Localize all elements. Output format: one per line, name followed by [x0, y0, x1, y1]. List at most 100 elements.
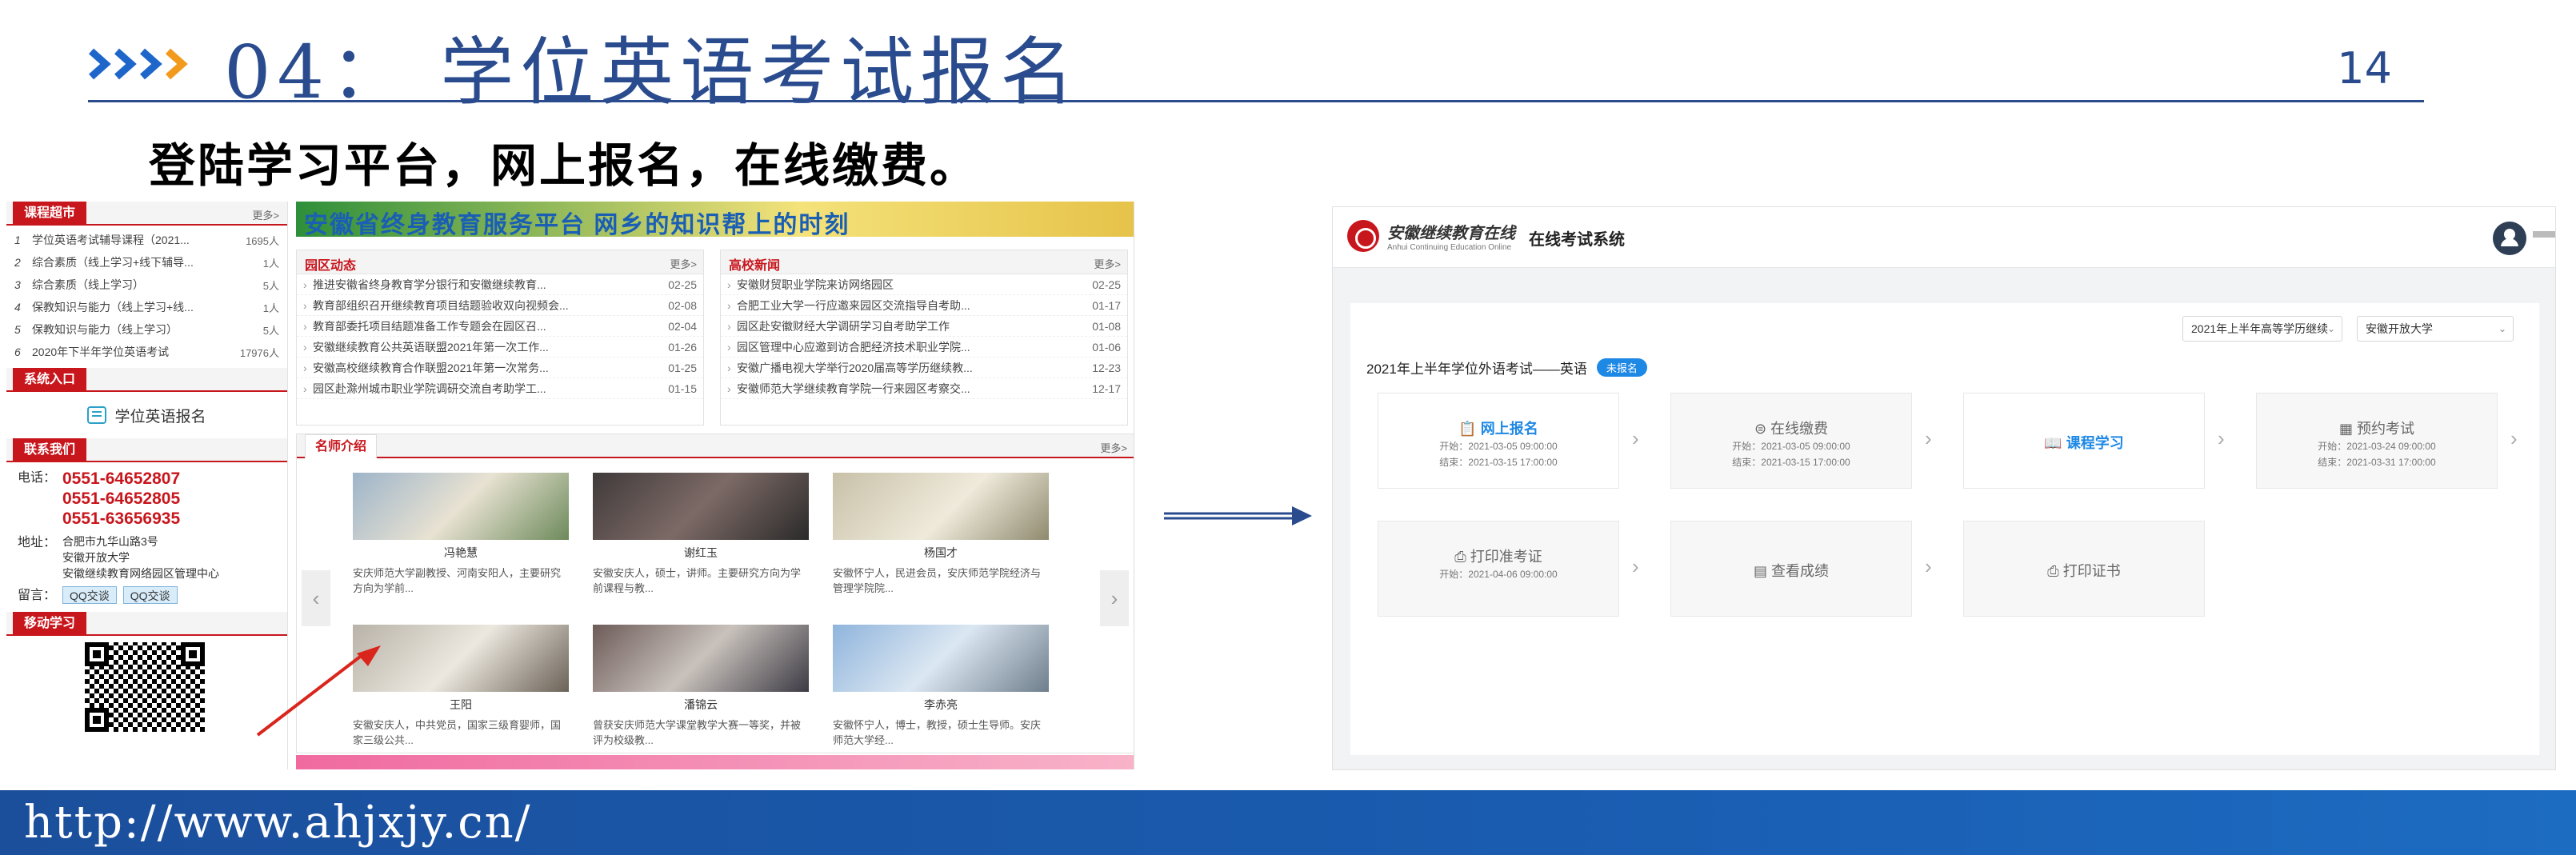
entry-section-header: 系统入口 [6, 368, 287, 392]
teacher-card[interactable]: 李赤亮 安徽怀宁人，博士，教授，硕士生导师。安庆师范大学经... [833, 625, 1049, 748]
exam-title: 2021年上半年学位外语考试——英语 [1366, 362, 1587, 377]
carousel-next-button[interactable]: › [1100, 570, 1129, 626]
step-card[interactable]: ⎙ 打印准考证 开始：2021-04-06 09:00:00 [1378, 521, 1619, 617]
step-title-text: 查看成绩 [1771, 563, 1829, 579]
term-select[interactable]: 2021年上半年高等学历继续 ⌄ [2182, 316, 2342, 342]
course-title: 保教知识与能力（线上学习） [32, 323, 178, 336]
address-line: 安徽开放大学 [62, 551, 130, 564]
entry-box: 学位英语报名 [6, 392, 287, 438]
carousel-prev-button[interactable]: ‹ [302, 570, 330, 626]
step-title-text: 打印证书 [2062, 563, 2121, 579]
teacher-card[interactable]: 谢红玉 安徽安庆人，硕士，讲师。主要研究方向为学前课程与教... [593, 473, 809, 596]
step-card[interactable]: ▦ 预约考试 开始：2021-03-24 09:00:00 结束：2021-03-3… [2256, 393, 2498, 489]
user-avatar-icon[interactable] [2493, 222, 2526, 255]
annotation-arrow-icon [256, 645, 381, 737]
teacher-photo [833, 625, 1049, 692]
step-card[interactable]: ▤ 查看成绩 [1670, 521, 1912, 617]
news-date: 01-15 [668, 382, 697, 395]
teacher-card[interactable]: 潘锦云 曾获安庆师范大学课堂教学大赛一等奖，并被评为校级教... [593, 625, 809, 748]
banner-text: 安徽省终身教育服务平台 网乡的知识帮上的时刻 [304, 212, 850, 237]
course-number: 2 [14, 256, 21, 269]
news-item[interactable]: › 教育部组织召开继续教育项目结题验收双向视频会... 02-08 [297, 295, 703, 316]
news-date: 12-23 [1092, 361, 1121, 374]
news-title: 合肥工业大学一行应邀来园区交流指导自考助... [737, 298, 970, 312]
teacher-card[interactable]: 杨国才 安徽怀宁人，民进会员，安庆师范学院经济与管理学院院... [833, 473, 1049, 596]
teacher-name: 谢红玉 [684, 546, 718, 559]
bullet-icon: › [727, 340, 731, 354]
teacher-card[interactable]: 冯艳慧 安庆师范大学副教授、河南安阳人，主要研究方向为学前... [353, 473, 569, 596]
bullet-icon: › [727, 319, 731, 333]
course-row[interactable]: 2 综合素质（线上学习+线下辅导... 1人 [14, 251, 279, 274]
phone-number: 0551-64652807 [62, 469, 181, 488]
course-row[interactable]: 3 综合素质（线上学习） 5人 [14, 274, 279, 296]
teachers-panel: 名师介绍 更多> ‹ › 冯艳慧 安庆师范大学副教授、河南安阳人，主要研究方向为学… [296, 433, 1134, 753]
chevron-down-icon: ⌄ [2498, 323, 2506, 334]
teachers-more-link[interactable]: 更多> [1100, 440, 1127, 455]
course-row[interactable]: 1 学位英语考试辅导课程（2021... 1695人 [14, 229, 279, 251]
qq-chat-button[interactable]: QQ交谈 [62, 586, 117, 604]
news-item[interactable]: › 安徽财贸职业学院来访网络园区 02-25 [721, 274, 1127, 295]
step-card[interactable]: ⎙ 打印证书 [1963, 521, 2205, 617]
contact-section-header: 联系我们 [6, 438, 287, 462]
step-end: 结束：2021-03-15 17:00:00 [1732, 457, 1850, 468]
news-item[interactable]: › 安徽广播电视大学举行2020届高等学历继续教... 12-23 [721, 358, 1127, 378]
step-title: 📋 网上报名 [1378, 418, 1618, 438]
portal-main: 安徽省终身教育服务平台 网乡的知识帮上的时刻 园区动态 更多> › 推进安徽省终身… [296, 202, 1134, 769]
course-row[interactable]: 5 保教知识与能力（线上学习） 5人 [14, 318, 279, 341]
news-item[interactable]: › 教育部委托项目结题准备工作专题会在园区召... 02-04 [297, 316, 703, 337]
step-start: 开始：2021-04-06 09:00:00 [1439, 569, 1558, 580]
step-title-text: 在线缴费 [1770, 421, 1829, 437]
news-item[interactable]: › 安徽继续教育公共英语联盟2021年第一次工作... 01-26 [297, 337, 703, 358]
slide-header: 04： 学位英语考试报名 14 [88, 16, 2424, 115]
course-number: 3 [14, 278, 21, 291]
entry-header-title: 系统入口 [13, 368, 87, 392]
school-news-more-link[interactable]: 更多> [1094, 256, 1121, 271]
news-item[interactable]: › 安徽高校继续教育合作联盟2021年第一次常务... 01-25 [297, 358, 703, 378]
footer-url: http://www.ahjxjy.cn/ [24, 797, 532, 849]
teachers-title: 名师介绍 [305, 434, 378, 458]
bullet-icon: › [727, 298, 731, 312]
bullet-icon: › [303, 278, 307, 291]
course-row[interactable]: 6 2020年下半年学位英语考试 17976人 [14, 341, 279, 363]
course-title: 综合素质（线上学习+线下辅导... [32, 256, 194, 269]
degree-english-signup-label: 学位英语报名 [114, 408, 206, 426]
course-row[interactable]: 4 保教知识与能力（线上学习+线... 1人 [14, 296, 279, 318]
course-count: 1695人 [246, 234, 279, 247]
logo-en-text: Anhui Continuing Education Online [1387, 243, 1512, 252]
teacher-card[interactable]: 王阳 安徽安庆人，中共党员，国家三级育婴师，国家三级公共... [353, 625, 569, 748]
news-item[interactable]: › 安徽师范大学继续教育学院一行来园区考察交... 12-17 [721, 378, 1127, 399]
school-select[interactable]: 安徽开放大学 ⌄ [2357, 316, 2514, 342]
news-item[interactable]: › 园区赴安徽财经大学调研学习自考助学工作 01-08 [721, 316, 1127, 337]
course-count: 17976人 [239, 346, 279, 359]
step-card[interactable]: ⊜ 在线缴费 开始：2021-03-05 09:00:00 结束：2021-03-1… [1670, 393, 1912, 489]
teacher-name: 冯艳慧 [444, 546, 478, 559]
course-list: 1 学位英语考试辅导课程（2021... 1695人 2 综合素质（线上学习+线下辅导.… [6, 226, 287, 368]
news-title: 园区赴滁州城市职业学院调研交流自考助学工... [313, 382, 546, 395]
degree-english-signup-link[interactable]: 学位英语报名 [78, 402, 215, 429]
form-icon [87, 406, 107, 424]
news-item[interactable]: › 合肥工业大学一行应邀来园区交流指导自考助... 01-17 [721, 295, 1127, 316]
bullet-icon: › [303, 382, 307, 395]
phone-label: 电话： [18, 471, 57, 485]
news-item[interactable]: › 园区赴滁州城市职业学院调研交流自考助学工... 01-15 [297, 378, 703, 399]
news-title: 园区赴安徽财经大学调研学习自考助学工作 [737, 319, 950, 333]
news-date: 02-25 [1092, 278, 1121, 291]
step-title-text: 网上报名 [1480, 421, 1538, 437]
courses-more-link[interactable]: 更多> [252, 207, 279, 222]
step-card[interactable]: 📋 网上报名 开始：2021-03-05 09:00:00 结束：2021-03-1… [1378, 393, 1619, 489]
teacher-name: 潘锦云 [684, 698, 718, 711]
step-card[interactable]: 📖 课程学习 [1963, 393, 2205, 489]
qr-code-icon [85, 642, 205, 732]
news-item[interactable]: › 园区管理中心应邀到访合肥经济技术职业学院... 01-06 [721, 337, 1127, 358]
news-date: 01-26 [668, 340, 697, 354]
campus-news-panel: 园区动态 更多> › 推进安徽省终身教育学分银行和安徽继续教育... 02-25 › 教… [296, 250, 704, 426]
teacher-name: 杨国才 [924, 546, 958, 559]
step-start: 开始：2021-03-05 09:00:00 [1439, 441, 1558, 452]
campus-news-more-link[interactable]: 更多> [670, 256, 697, 271]
campus-news-list: › 推进安徽省终身教育学分银行和安徽继续教育... 02-25 › 教育部组织召开继续教… [297, 274, 703, 399]
course-number: 1 [14, 234, 21, 246]
qq-chat-button[interactable]: QQ交谈 [122, 586, 178, 604]
news-date: 01-06 [1092, 340, 1121, 354]
news-item[interactable]: › 推进安徽省终身教育学分银行和安徽继续教育... 02-25 [297, 274, 703, 295]
slide-title: 04： 学位英语考试报名 [224, 30, 1081, 115]
